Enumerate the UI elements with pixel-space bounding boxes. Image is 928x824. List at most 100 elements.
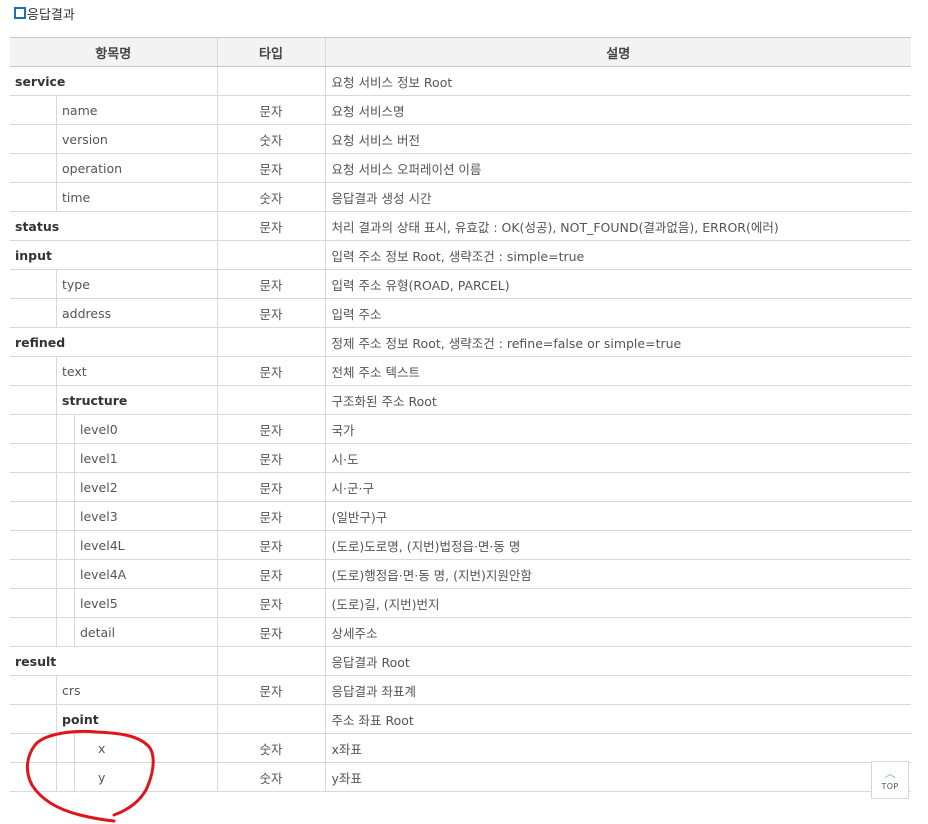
header-type: 타입 (216, 37, 325, 67)
field-description: 입력 주소 정보 Root, 생략조건 : simple=true (324, 240, 911, 270)
field-type: 문자 (216, 269, 325, 299)
tree-guide-line (74, 472, 75, 501)
tree-guide-line (74, 559, 75, 588)
field-name: x (98, 740, 106, 756)
tree-guide-line (56, 472, 57, 501)
tree-guide-line (56, 385, 57, 414)
tree-guide-line (56, 559, 57, 588)
field-type: 문자 (216, 443, 325, 473)
field-description: (도로)길, (지번)번지 (324, 588, 911, 618)
field-type: 문자 (216, 559, 325, 589)
field-description: 시·도 (324, 443, 911, 473)
tree-guide-line (56, 95, 57, 124)
field-type: 문자 (216, 211, 325, 241)
table-row: point 주소 좌표 Root (10, 704, 911, 734)
table-row: level5 문자 (도로)길, (지번)번지 (10, 588, 911, 618)
field-name: structure (62, 392, 128, 408)
table-row: level4A 문자 (도로)행정읍·면·동 명, (지번)지원안함 (10, 559, 911, 589)
field-type: 문자 (216, 588, 325, 618)
field-description: (도로)행정읍·면·동 명, (지번)지원안함 (324, 559, 911, 589)
field-type (216, 66, 325, 96)
field-name: y (98, 769, 106, 785)
field-description: y좌표 (324, 762, 911, 792)
tree-guide-line (56, 269, 57, 298)
field-name: level2 (80, 479, 118, 495)
field-type: 숫자 (216, 762, 325, 792)
table-row: level2 문자 시·군·구 (10, 472, 911, 502)
field-name-cell: level5 (10, 588, 217, 618)
tree-guide-line (74, 762, 75, 791)
field-name-cell: level0 (10, 414, 217, 444)
field-name-cell: level1 (10, 443, 217, 473)
field-name-cell: result (10, 646, 217, 676)
field-name: level4A (80, 566, 127, 582)
field-description: 응답결과 Root (324, 646, 911, 676)
field-name: address (62, 305, 112, 321)
field-description: x좌표 (324, 733, 911, 763)
field-name-cell: level4A (10, 559, 217, 589)
field-type (216, 704, 325, 734)
tree-guide-line (74, 414, 75, 443)
table-row: version 숫자 요청 서비스 버전 (10, 124, 911, 154)
field-name: result (15, 653, 57, 669)
field-name-cell: level3 (10, 501, 217, 531)
field-name-cell: x (10, 733, 217, 763)
table-row: level1 문자 시·도 (10, 443, 911, 473)
tree-guide-line (74, 617, 75, 646)
field-name: refined (15, 334, 66, 350)
field-description: 입력 주소 (324, 298, 911, 328)
table-row: level3 문자 (일반구)구 (10, 501, 911, 531)
field-description: 국가 (324, 414, 911, 444)
table-row: name 문자 요청 서비스명 (10, 95, 911, 125)
field-type: 문자 (216, 298, 325, 328)
tree-guide-line (74, 443, 75, 472)
table-row: result 응답결과 Root (10, 646, 911, 676)
field-type: 문자 (216, 617, 325, 647)
table-row: text 문자 전체 주소 텍스트 (10, 356, 911, 386)
tree-guide-line (56, 298, 57, 327)
table-row: operation 문자 요청 서비스 오퍼레이션 이름 (10, 153, 911, 183)
field-description: 구조화된 주소 Root (324, 385, 911, 415)
table-row: detail 문자 상세주소 (10, 617, 911, 647)
tree-guide-line (56, 733, 57, 762)
table-row: x 숫자 x좌표 (10, 733, 911, 763)
field-name: type (62, 276, 90, 292)
field-type (216, 646, 325, 676)
table-row: status 문자 처리 결과의 상태 표시, 유효값 : OK(성공), NOT_… (10, 211, 911, 241)
field-description: 요청 서비스명 (324, 95, 911, 125)
field-description: 전체 주소 텍스트 (324, 356, 911, 386)
field-name-cell: service (10, 66, 217, 96)
tree-guide-line (56, 704, 57, 733)
field-name-cell: structure (10, 385, 217, 415)
field-name-cell: y (10, 762, 217, 792)
field-name-cell: version (10, 124, 217, 154)
tree-guide-line (56, 588, 57, 617)
field-name: service (15, 73, 66, 89)
field-description: (일반구)구 (324, 501, 911, 531)
table-row: level4L 문자 (도로)도로명, (지번)법정읍·면·동 명 (10, 530, 911, 560)
field-name: point (62, 711, 99, 727)
field-name: level5 (80, 595, 118, 611)
field-name-cell: detail (10, 617, 217, 647)
field-type: 문자 (216, 501, 325, 531)
table-row: refined 정제 주소 정보 Root, 생략조건 : refine=fals… (10, 327, 911, 357)
field-name: level1 (80, 450, 118, 466)
field-name: detail (80, 624, 116, 640)
field-type: 문자 (216, 356, 325, 386)
header-name: 항목명 (10, 37, 217, 67)
field-name: level4L (80, 537, 125, 553)
section-title-text: 응답결과 (27, 7, 75, 23)
tree-guide-line (56, 153, 57, 182)
tree-guide-line (74, 588, 75, 617)
field-name-cell: operation (10, 153, 217, 183)
field-description: 주소 좌표 Root (324, 704, 911, 734)
tree-guide-line (74, 733, 75, 762)
field-type: 숫자 (216, 124, 325, 154)
field-description: 응답결과 생성 시간 (324, 182, 911, 212)
field-description: (도로)도로명, (지번)법정읍·면·동 명 (324, 530, 911, 560)
field-type: 문자 (216, 472, 325, 502)
scroll-to-top-button[interactable]: ︿ TOP (871, 761, 909, 799)
top-label: TOP (881, 782, 899, 791)
field-name-cell: input (10, 240, 217, 270)
field-type: 문자 (216, 675, 325, 705)
